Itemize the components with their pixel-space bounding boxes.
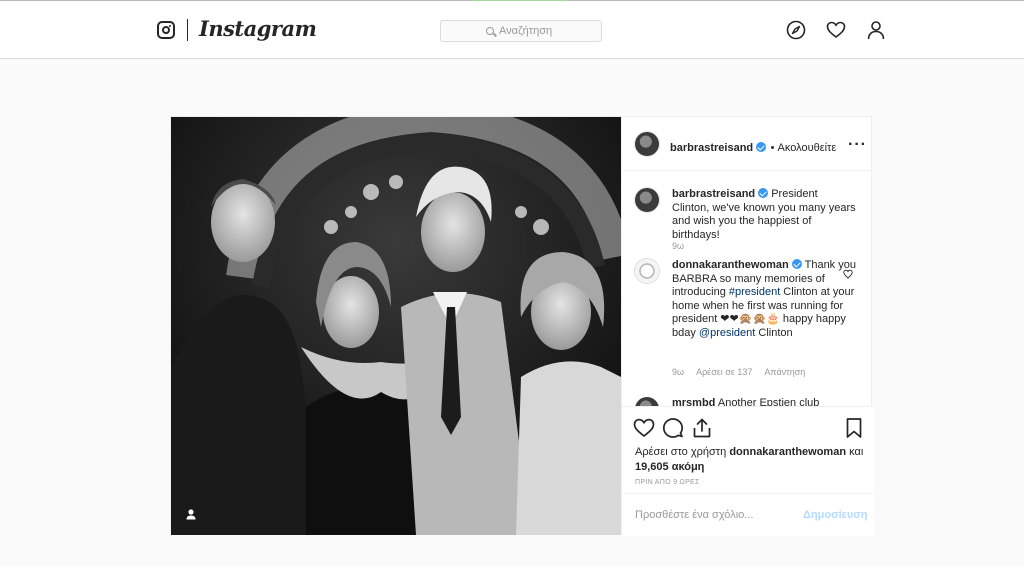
top-navbar: Instagram Αναζήτηση <box>0 1 1024 59</box>
comment-username[interactable]: donnakaranthewoman <box>672 259 789 271</box>
verified-badge-icon <box>758 188 769 198</box>
reply-button[interactable]: Απάντηση <box>764 367 805 377</box>
comment-username[interactable]: mrsmbd <box>672 397 715 406</box>
post-sidebar: barbrastreisand • Ακολουθείτε ··· barbra… <box>621 117 874 536</box>
comment-avatar[interactable] <box>635 397 659 406</box>
comment-time: 9ω <box>672 367 685 377</box>
comment-like-heart-icon[interactable] <box>843 269 853 279</box>
tagged-people-icon[interactable] <box>184 507 198 521</box>
instagram-wordmark[interactable]: Instagram <box>199 16 317 41</box>
comment-body: mrsmbd Another Epstien club <box>672 397 856 406</box>
comment-meta: 9ω Αρέσει σε 137 Απάντηση <box>672 367 815 377</box>
comment-likes-count[interactable]: Αρέσει σε 137 <box>696 367 752 377</box>
add-comment-input[interactable]: Προσθέστε ένα σχόλιο... <box>635 509 795 521</box>
likes-user[interactable]: donnakaranthewoman <box>729 446 846 458</box>
save-bookmark-icon[interactable] <box>843 417 865 439</box>
like-heart-icon[interactable] <box>633 417 655 439</box>
profile-icon[interactable] <box>866 20 886 40</box>
comment-body: donnakaranthewoman Thank you BARBRA so m… <box>672 259 856 340</box>
logo-divider <box>187 19 188 41</box>
verified-badge-icon <box>791 259 802 269</box>
comment-time: 9ω <box>672 241 685 251</box>
post-comment-button[interactable]: Δημοσίευση <box>803 509 868 521</box>
comment-text: Clinton <box>755 326 793 339</box>
comment-meta: 9ω <box>672 241 694 251</box>
instagram-camera-icon[interactable] <box>157 21 175 39</box>
comment-text: Another Epstien club <box>717 397 820 406</box>
post-photo[interactable] <box>171 117 621 535</box>
post-author-line: barbrastreisand • Ακολουθείτε <box>670 138 836 156</box>
search-icon <box>486 27 494 35</box>
more-options-icon[interactable]: ··· <box>848 136 867 154</box>
post-actions-panel: Αρέσει στο χρήστη donnakaranthewoman και… <box>622 406 874 536</box>
likes-prefix: Αρέσει στο χρήστη <box>635 446 727 458</box>
search-input[interactable]: Αναζήτηση <box>440 20 602 42</box>
likes-summary[interactable]: Αρέσει στο χρήστη donnakaranthewoman και… <box>635 445 865 475</box>
comment-username[interactable]: barbrastreisand <box>672 188 755 200</box>
verified-badge-icon <box>756 142 767 152</box>
post-author-username[interactable]: barbrastreisand <box>670 142 753 154</box>
add-comment-bar: Προσθέστε ένα σχόλιο... Δημοσίευση <box>622 493 874 537</box>
explore-compass-icon[interactable] <box>786 20 806 40</box>
activity-heart-icon[interactable] <box>826 20 846 40</box>
hashtag-link[interactable]: #president <box>729 286 780 298</box>
post-card: barbrastreisand • Ακολουθείτε ··· barbra… <box>170 116 874 536</box>
comments-list: barbrastreisand President Clinton, we've… <box>622 172 874 406</box>
comment-avatar[interactable] <box>635 259 659 283</box>
search-placeholder: Αναζήτηση <box>499 25 553 37</box>
mention-link[interactable]: @president <box>699 327 755 339</box>
likes-more-count[interactable]: 19,605 ακόμη <box>635 461 704 473</box>
post-photo-image <box>171 117 621 535</box>
post-header: barbrastreisand • Ακολουθείτε ··· <box>622 117 874 171</box>
following-status[interactable]: • Ακολουθείτε <box>771 142 837 154</box>
author-avatar[interactable] <box>635 132 659 156</box>
share-icon[interactable] <box>691 417 713 439</box>
comment-bubble-icon[interactable] <box>662 417 684 439</box>
post-timestamp[interactable]: ΠΡΙΝ ΑΠΟ 9 ΩΡΕΣ <box>635 479 700 486</box>
likes-and: και <box>849 446 864 458</box>
comment-avatar[interactable] <box>635 188 659 212</box>
comment-body: barbrastreisand President Clinton, we've… <box>672 188 856 242</box>
